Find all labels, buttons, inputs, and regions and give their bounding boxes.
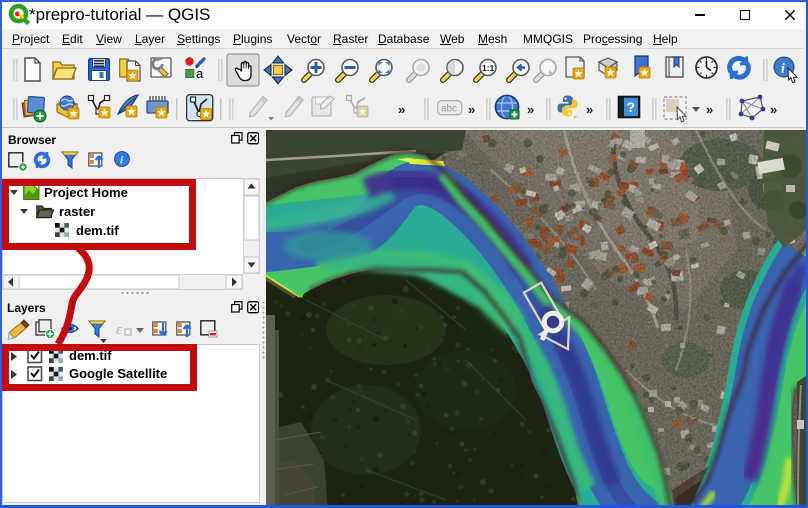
svg-text:»: » — [586, 102, 593, 117]
svg-text:»: » — [398, 102, 405, 117]
svg-text:1:1: 1:1 — [482, 63, 495, 73]
svg-text:»: » — [468, 102, 475, 117]
svg-text:»: » — [527, 102, 534, 117]
svg-text:i: i — [781, 62, 785, 77]
svg-text:?: ? — [627, 99, 636, 115]
svg-text:abc: abc — [441, 104, 457, 115]
svg-text:»: » — [770, 102, 777, 117]
svg-text:a: a — [196, 66, 204, 81]
svg-text:»: » — [706, 102, 713, 117]
